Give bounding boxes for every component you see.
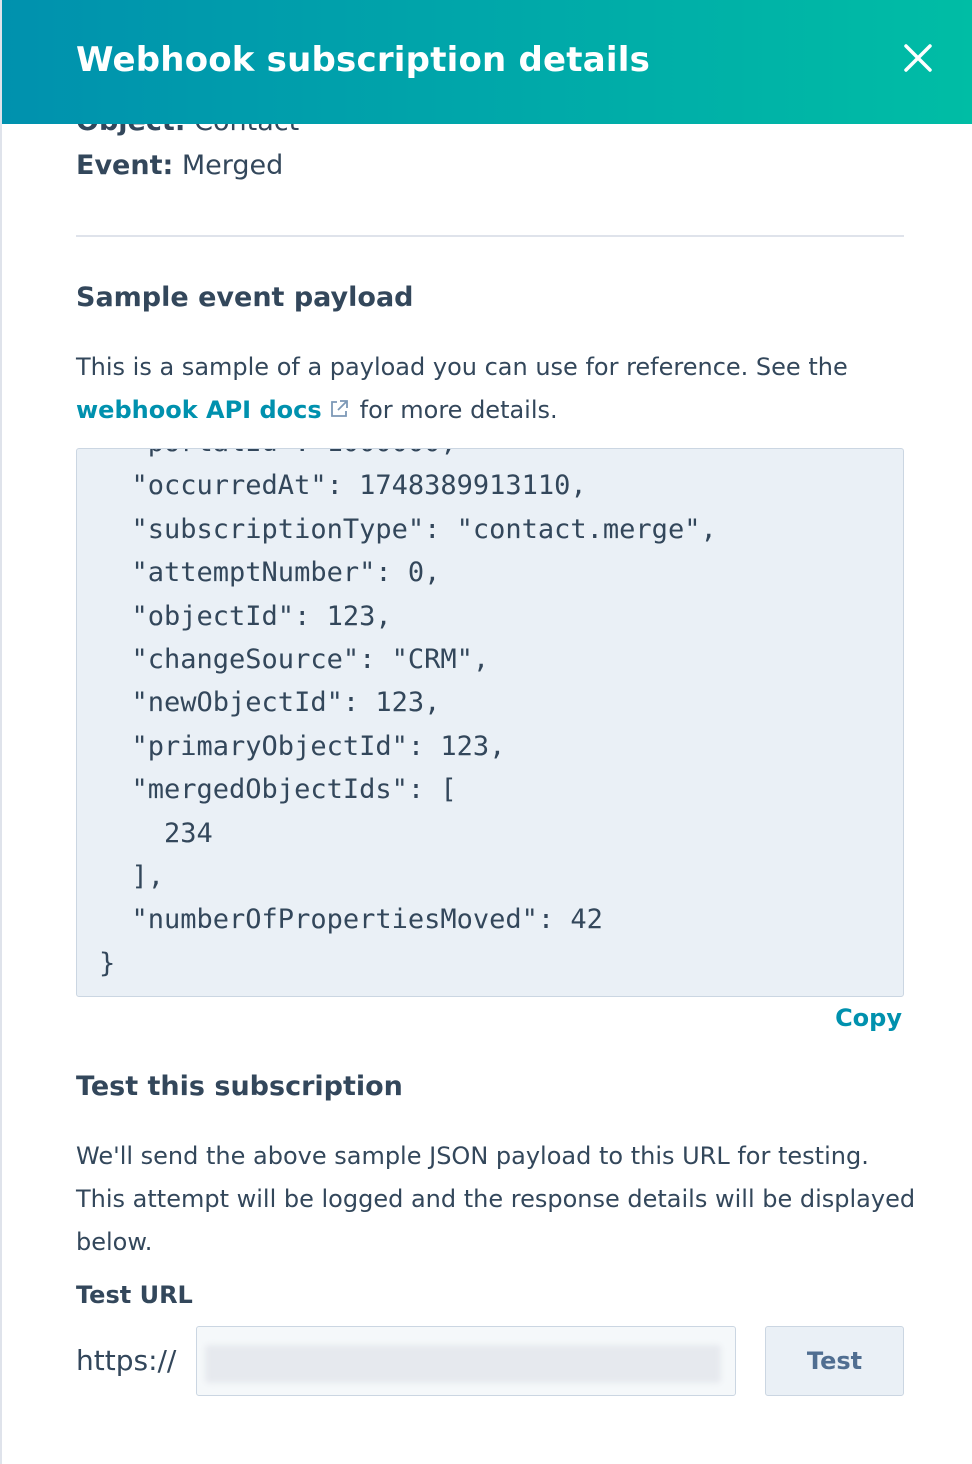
code-line: "attemptNumber": 0, (99, 557, 441, 589)
code-line: "subscriptionType": "contact.merge", (99, 513, 717, 545)
webhook-api-docs-link[interactable]: webhook API docs (76, 396, 322, 424)
copy-button[interactable]: Copy (835, 1004, 902, 1032)
test-url-input[interactable] (196, 1326, 736, 1396)
payload-description: This is a sample of a payload you can us… (76, 346, 906, 432)
code-line: "newObjectId": 123, (99, 687, 441, 719)
test-url-row: https:// Test (76, 1326, 904, 1398)
panel-header: Webhook subscription details (2, 0, 972, 124)
code-line: ], (99, 861, 165, 893)
code-line: "changeSource": "CRM", (99, 644, 490, 676)
redacted-url-value (205, 1345, 721, 1383)
url-prefix: https:// (76, 1344, 177, 1377)
payload-desc-after: for more details. (359, 396, 558, 424)
event-row: Event: Merged (76, 144, 299, 188)
payload-code-block[interactable]: "portalId": 1000000, "occurredAt": 17483… (76, 448, 904, 997)
section-divider (76, 235, 904, 237)
external-link-icon (330, 400, 348, 417)
payload-section-title: Sample event payload (76, 282, 414, 313)
event-value: Merged (181, 150, 284, 181)
code-line: "numberOfPropertiesMoved": 42 (99, 904, 603, 936)
webhook-details-panel: Object: Contact Event: Merged Webhook su… (0, 0, 972, 1464)
test-url-label: Test URL (76, 1281, 193, 1309)
panel-title: Webhook subscription details (76, 40, 651, 80)
payload-desc-before: This is a sample of a payload you can us… (76, 353, 848, 381)
close-icon (904, 44, 932, 72)
code-line: } (99, 947, 116, 979)
close-button[interactable] (896, 38, 940, 82)
event-label: Event: (76, 150, 174, 181)
code-line: "portalId": 1000000, (99, 449, 717, 464)
code-line: 234 (99, 817, 213, 849)
code-line: "primaryObjectId": 123, (99, 730, 506, 762)
code-line: "occurredAt": 1748389913110, (99, 470, 587, 502)
code-line: "objectId": 123, (99, 600, 392, 632)
test-button[interactable]: Test (765, 1326, 904, 1396)
test-description: We'll send the above sample JSON payload… (76, 1142, 916, 1256)
payload-code-lines: "portalId": 1000000, "occurredAt": 17483… (99, 449, 717, 985)
code-line: "mergedObjectIds": [ (99, 774, 457, 806)
test-section-title: Test this subscription (76, 1071, 403, 1102)
